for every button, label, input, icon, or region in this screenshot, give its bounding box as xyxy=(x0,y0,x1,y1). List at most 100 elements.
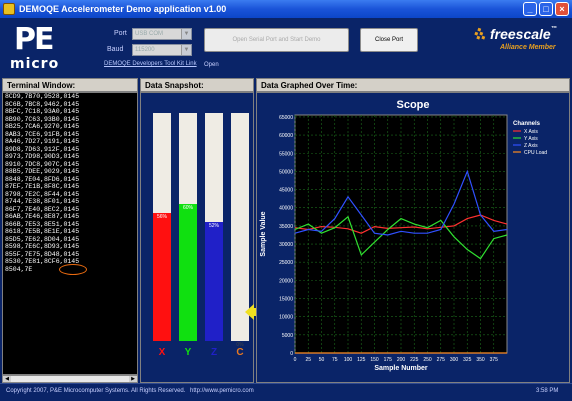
window-title: DEMOQE Accelerometer Demo application v1… xyxy=(19,4,227,14)
x-tick-label: 325 xyxy=(463,357,472,363)
logo-micro: micro xyxy=(10,56,60,72)
y-tick-label: 30000 xyxy=(279,242,293,248)
terminal-line: 8CD9,7B70,9528,0145 xyxy=(5,93,80,100)
x-tick-label: 50 xyxy=(319,357,325,363)
y-tick-label: 55000 xyxy=(279,151,293,157)
graph-header: Data Graphed Over Time: xyxy=(256,78,570,92)
bar-percent: 52% xyxy=(208,223,219,230)
x-tick-label: 350 xyxy=(476,357,485,363)
window-controls: _ □ × xyxy=(523,2,569,16)
terminal-line: 8B25,7CA6,9270,0145 xyxy=(5,123,80,130)
freescale-name: freescale™ xyxy=(490,26,557,42)
x-tick-label: 275 xyxy=(437,357,446,363)
scope-chart: Scope 0 5000 10000 15000 20000 25000 30000 35000… xyxy=(260,99,547,372)
maximize-button[interactable]: □ xyxy=(539,2,553,16)
bar-label-x: X xyxy=(158,347,166,358)
terminal-window[interactable]: 8CD9,7B70,9528,0145 8C6B,7BC8,9462,0145 8B… xyxy=(2,92,138,375)
bar-track-x: 56% xyxy=(153,113,171,341)
chart-title: Scope xyxy=(396,99,429,111)
bar-percent: 60% xyxy=(182,205,193,212)
terminal-lines: 8CD9,7B70,9528,0145 8C6B,7BC8,9462,0145 8B… xyxy=(3,93,137,273)
open-port-button[interactable]: Open Serial Port and Start Demo xyxy=(204,28,349,52)
terminal-hscrollbar[interactable]: ◀ ▶ xyxy=(2,375,138,383)
terminal-header: Terminal Window: xyxy=(2,78,138,92)
terminal-line: 8BFC,7C18,93A0,0145 xyxy=(5,108,80,115)
x-tick-label: 300 xyxy=(450,357,459,363)
x-tick-label: 100 xyxy=(344,357,353,363)
terminal-line: 8B90,7C63,93B0,0145 xyxy=(5,115,80,123)
port-value: USB COM xyxy=(135,31,164,37)
close-port-button[interactable]: Close Port xyxy=(360,28,418,52)
terminal-line: 86F7,7E40,8EC2,0145 xyxy=(5,205,80,213)
terminal-line: 866B,7E53,8E51,0145 xyxy=(5,220,80,228)
snapshot-header: Data Snapshot: xyxy=(140,78,254,92)
snapshot-panel: 56% X 60% Y 52% Z 0% C xyxy=(140,92,267,383)
dev-toolkit-link[interactable]: DEMOQE Developers Tool Kit Link xyxy=(104,61,197,67)
bar-track-z: 52% xyxy=(205,113,223,341)
terminal-line: 8910,7DC8,907C,0145 xyxy=(5,160,80,168)
y-tick-label: 35000 xyxy=(279,224,293,230)
bar-label-y: Y xyxy=(184,347,192,358)
copyright-text: Copyright 2007, P&E Microcomputer System… xyxy=(6,388,186,394)
x-tick-label: 225 xyxy=(410,357,419,363)
alliance-member: Alliance Member xyxy=(500,44,556,51)
bar-fill-y xyxy=(179,204,197,341)
baud-select[interactable]: 115200 ▼ xyxy=(132,44,192,56)
terminal-line: 8598,7E6C,8D93,0145 xyxy=(5,243,80,250)
bar-label-z: Z xyxy=(210,347,218,358)
y-tick-label: 60000 xyxy=(279,133,293,139)
logo-pe: PE xyxy=(14,22,55,57)
chevron-down-icon[interactable]: ▼ xyxy=(181,45,191,55)
port-status: Open xyxy=(204,62,219,68)
freescale-mark-icon xyxy=(474,27,486,40)
status-time: 3:58 PM xyxy=(536,388,559,394)
x-tick-label: 375 xyxy=(490,357,499,363)
scroll-right-icon[interactable]: ▶ xyxy=(129,376,137,382)
bar-fill-x xyxy=(153,213,171,341)
app-icon xyxy=(3,3,15,15)
bar-track-y: 60% xyxy=(179,113,197,341)
x-tick-label: 175 xyxy=(384,357,393,363)
chevron-down-icon[interactable]: ▼ xyxy=(181,29,191,39)
x-tick-label: 125 xyxy=(357,357,366,363)
y-tick-label: 20000 xyxy=(279,278,293,284)
terminal-line: 8744,7E38,8F01,0145 xyxy=(5,198,80,205)
graph-panel: Scope 0 5000 10000 15000 20000 25000 30000 35000… xyxy=(256,92,570,383)
terminal-line: 8C6B,7BC8,9462,0145 xyxy=(5,100,80,108)
terminal-line: 855F,7E75,8D48,0145 xyxy=(5,250,80,258)
y-tick-label: 50000 xyxy=(279,169,293,175)
y-tick-label: 15000 xyxy=(279,297,293,303)
header: PE micro Port USB COM ▼ Baud 115200 ▼ DE… xyxy=(0,18,572,76)
terminal-line: 8A46,7D27,9191,0145 xyxy=(5,138,80,145)
baud-label: Baud xyxy=(107,46,124,53)
bar-percent: 56% xyxy=(156,214,167,221)
status-bar: Copyright 2007, P&E Microcomputer System… xyxy=(0,383,572,401)
terminal-line: 85D5,7E62,8D04,0145 xyxy=(5,235,80,243)
port-label: Port xyxy=(114,30,127,37)
close-button[interactable]: × xyxy=(555,2,569,16)
x-tick-label: 150 xyxy=(370,357,379,363)
legend-entry: CPU Load xyxy=(524,150,547,156)
x-tick-label: 250 xyxy=(423,357,432,363)
y-axis-label: Sample Value xyxy=(260,211,267,256)
terminal-line: 8798,7E2C,8F44,0145 xyxy=(5,190,80,198)
x-tick-label: 25 xyxy=(305,357,311,363)
port-select[interactable]: USB COM ▼ xyxy=(132,28,192,40)
minimize-button[interactable]: _ xyxy=(523,2,537,16)
y-tick-label: 45000 xyxy=(279,188,293,194)
freescale-logo: freescale™ Alliance Member xyxy=(470,22,570,58)
bar-fill-z xyxy=(205,222,223,341)
highlight-ring xyxy=(59,264,87,275)
terminal-line: 8973,7D98,90D3,0145 xyxy=(5,153,80,160)
scroll-left-icon[interactable]: ◀ xyxy=(3,376,11,382)
title-bar[interactable]: DEMOQE Accelerometer Demo application v1… xyxy=(0,0,572,18)
y-tick-label: 10000 xyxy=(279,315,293,321)
y-tick-label: 25000 xyxy=(279,260,293,266)
terminal-line: 8AB3,7CE6,91FB,0145 xyxy=(5,130,80,138)
terminal-line: 86AB,7E46,8E87,0145 xyxy=(5,213,80,220)
terminal-line: 88B5,7DEE,9029,0145 xyxy=(5,168,80,175)
pe-micro-logo: PE micro xyxy=(8,22,90,74)
bar-label-c: C xyxy=(236,347,244,358)
legend-entry: Y Axis xyxy=(524,136,538,142)
y-tick-label: 5000 xyxy=(282,333,293,339)
